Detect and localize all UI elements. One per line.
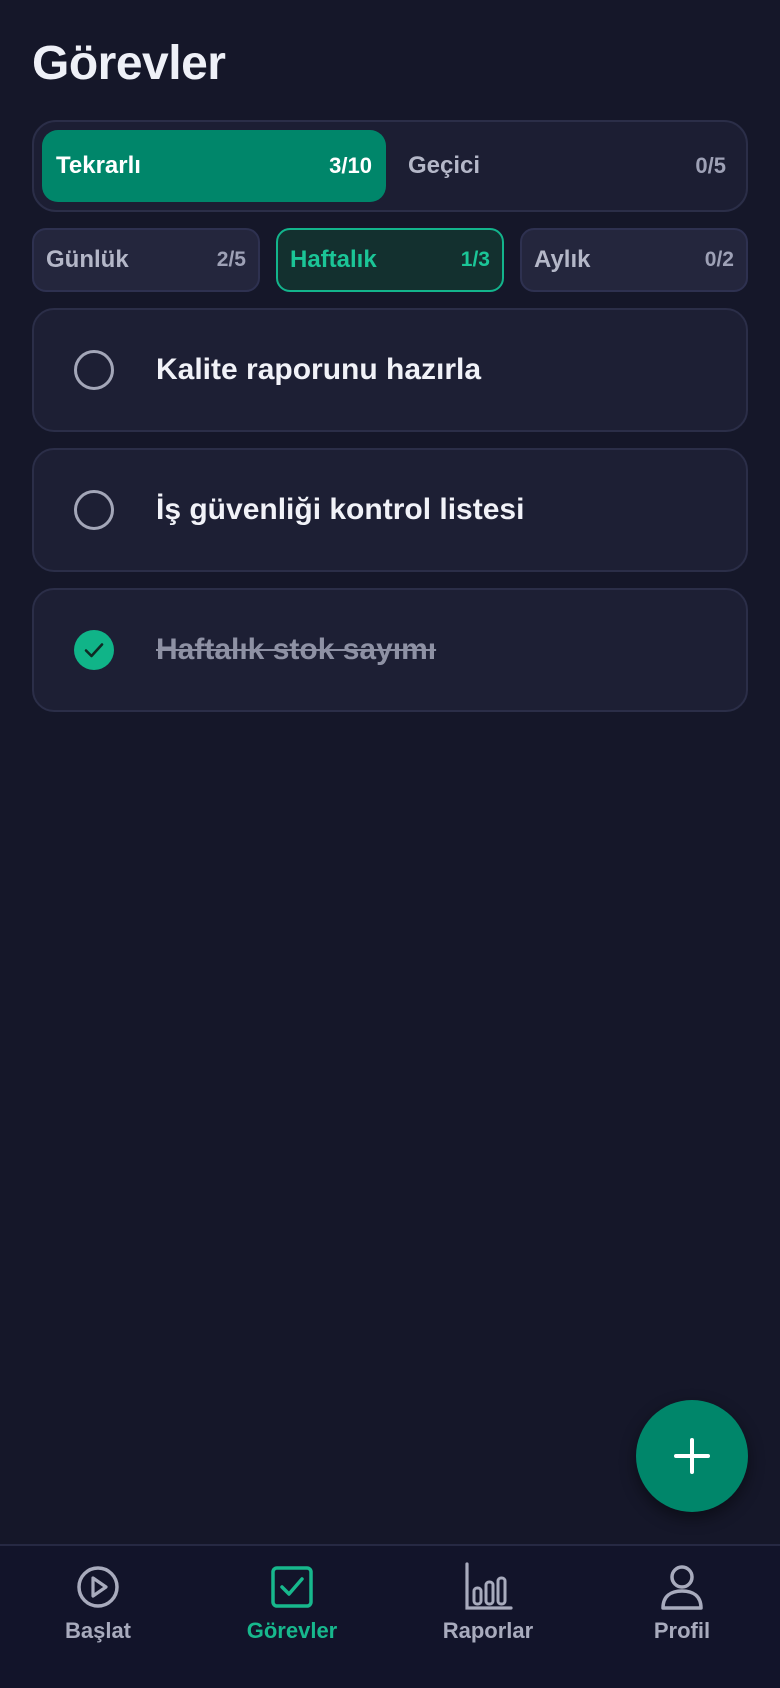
task-item[interactable]: İş güvenliği kontrol listesi <box>32 448 748 572</box>
tab-recurring-count: 3/10 <box>329 153 372 178</box>
tab-recurring-label: Tekrarlı <box>56 152 141 179</box>
task-title: İş güvenliği kontrol listesi <box>156 493 525 526</box>
chip-monthly-count: 0/2 <box>704 248 734 271</box>
task-checkbox-checked[interactable] <box>74 630 114 670</box>
nav-reports-label: Raporlar <box>442 1618 534 1643</box>
checkbox-icon <box>271 1566 313 1608</box>
task-checkbox[interactable] <box>74 350 114 390</box>
nav-tasks-label: Görevler <box>246 1618 338 1643</box>
add-task-button[interactable] <box>636 1400 748 1512</box>
nav-tasks[interactable]: Görevler <box>212 1562 372 1662</box>
chip-weekly[interactable]: Haftalık 1/3 <box>276 228 504 292</box>
chip-weekly-count: 1/3 <box>460 248 490 271</box>
chip-daily-label: Günlük <box>46 246 129 273</box>
task-title: Kalite raporunu hazırla <box>156 353 482 386</box>
task-checkbox[interactable] <box>74 490 114 530</box>
checkmark-icon <box>84 643 104 658</box>
task-type-segment: Tekrarlı 3/10 Geçici 0/5 <box>32 120 748 212</box>
chip-monthly[interactable]: Aylık 0/2 <box>520 228 748 292</box>
chip-daily[interactable]: Günlük 2/5 <box>32 228 260 292</box>
bar-chart-icon <box>465 1562 513 1610</box>
tab-temporary-count: 0/5 <box>695 153 726 178</box>
task-item[interactable]: Haftalık stok sayımı <box>32 588 748 712</box>
page-title: Görevler <box>32 37 226 90</box>
chip-weekly-label: Haftalık <box>290 246 377 273</box>
nav-start-label: Başlat <box>64 1618 132 1643</box>
tasks-screen: Görevler Tekrarlı 3/10 Geçici 0/5 Günlük… <box>0 0 780 1688</box>
chip-monthly-label: Aylık <box>534 246 591 273</box>
nav-profile-label: Profil <box>653 1618 711 1643</box>
play-circle-icon <box>77 1566 119 1608</box>
user-icon <box>661 1565 703 1610</box>
tab-temporary-label: Geçici <box>408 152 481 179</box>
plus-icon <box>674 1438 710 1474</box>
chip-daily-count: 2/5 <box>216 248 246 271</box>
task-item[interactable]: Kalite raporunu hazırla <box>32 308 748 432</box>
tab-temporary[interactable]: Geçici 0/5 <box>394 130 740 202</box>
nav-reports[interactable]: Raporlar <box>408 1562 568 1662</box>
bottom-navigation: Başlat Görevler Raporlar Profil <box>0 1544 780 1688</box>
tab-recurring[interactable]: Tekrarlı 3/10 <box>42 130 386 202</box>
nav-start[interactable]: Başlat <box>18 1562 178 1662</box>
task-title: Haftalık stok sayımı <box>156 633 437 666</box>
period-filter: Günlük 2/5 Haftalık 1/3 Aylık 0/2 <box>32 228 748 292</box>
nav-profile[interactable]: Profil <box>602 1562 762 1662</box>
